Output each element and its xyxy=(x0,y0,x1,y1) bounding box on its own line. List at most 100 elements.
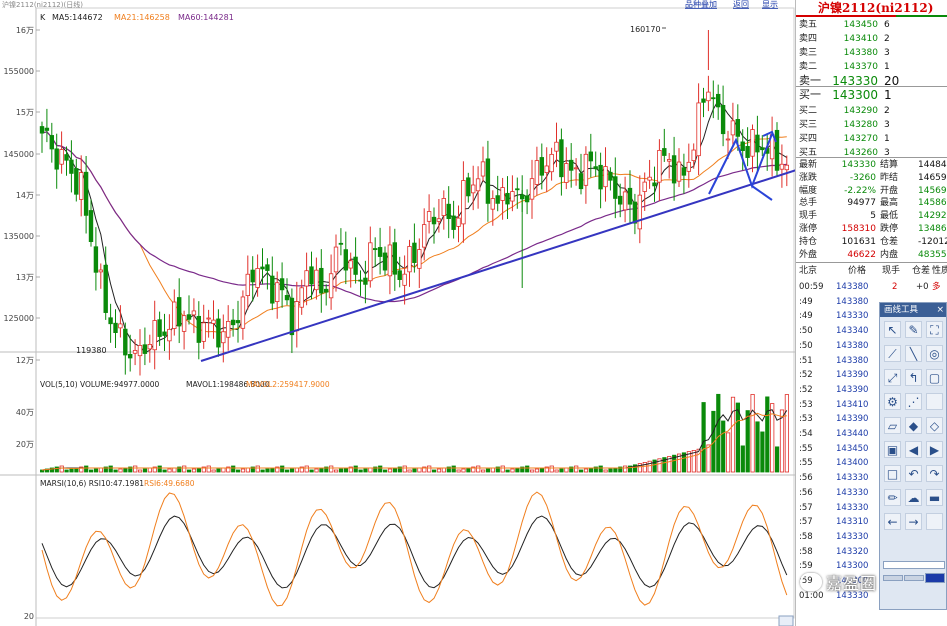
bar-tool-icon[interactable]: ▬ xyxy=(926,489,943,506)
circle-tool-icon[interactable]: ◎ xyxy=(926,345,943,362)
tick-time: :49 xyxy=(799,311,813,322)
line-style-mid[interactable] xyxy=(904,575,924,581)
rect-tool-icon[interactable]: ▢ xyxy=(926,369,943,386)
tick-time: :54 xyxy=(799,429,813,439)
bid-price: 143290 xyxy=(843,106,878,116)
arrow-forward-icon[interactable]: → xyxy=(905,513,922,530)
candle-body xyxy=(613,176,618,199)
line-tool-icon[interactable]: ⟋ xyxy=(884,345,901,362)
candle-body xyxy=(784,164,789,171)
candle-body xyxy=(206,317,211,320)
candle-body xyxy=(196,315,201,343)
fill-tool-icon[interactable]: ◆ xyxy=(905,417,922,434)
volume-bar xyxy=(353,465,358,473)
volume-bar xyxy=(417,467,422,473)
overlay-link[interactable]: 品种叠加 xyxy=(685,0,717,9)
blank-tool-icon-2[interactable] xyxy=(926,513,943,530)
candle-body xyxy=(118,323,123,329)
arrow-back-icon[interactable]: ← xyxy=(884,513,901,530)
ma-legend: MA5:144672 MA21:146258 MA60:144281 xyxy=(52,13,234,22)
undo-icon[interactable]: ↶ xyxy=(905,465,922,482)
tick-price: 143330 xyxy=(836,531,869,542)
pointer-tool-icon[interactable]: ↖ xyxy=(884,321,901,338)
display-link[interactable]: 显示 xyxy=(762,0,778,9)
ask-price: 143370 xyxy=(843,62,878,72)
candle-body xyxy=(328,273,334,299)
volume-bar xyxy=(245,467,250,473)
ask-volume: 2 xyxy=(884,34,890,44)
segment-tool-icon[interactable]: ╲ xyxy=(905,345,922,362)
arrow-left-icon[interactable]: ◀ xyxy=(905,441,922,458)
candle-body xyxy=(358,279,363,282)
stat-label: 现手 xyxy=(799,211,818,222)
candle-body xyxy=(54,148,59,170)
drawing-toolbox[interactable]: 画线工具 × ↖ ✎ ⛶ ⟋ ╲ ◎ ⤢ ↰ ▢ ⚙ ⋰ ▱ ◆ ◇ ▣ ◀ ▶ □ ↶ ↷ ✏ ☁ ▬ ← → xyxy=(879,302,947,610)
tick-header-cell: 仓差 xyxy=(912,266,931,276)
candle-body xyxy=(39,126,45,134)
volume-y-ticks: 40万 20万 xyxy=(16,408,34,449)
stat-label-2: 内盘 xyxy=(880,249,899,260)
candle-body xyxy=(446,203,451,220)
gear-icon[interactable]: ⚙ xyxy=(884,393,901,410)
color-bar-1[interactable] xyxy=(883,561,945,569)
return-link[interactable]: 返回 xyxy=(733,0,749,9)
stat-label-2: 最高 xyxy=(880,198,899,209)
volume-bar xyxy=(186,469,192,473)
scroll-handle[interactable] xyxy=(778,615,794,626)
tick-price: 143380 xyxy=(836,282,869,292)
candle-body xyxy=(274,282,280,302)
stat-value-2: 145690 xyxy=(918,185,947,196)
line-style-bold[interactable] xyxy=(925,573,945,583)
candle-body xyxy=(93,246,99,273)
ray-tool-icon[interactable]: ↰ xyxy=(905,369,922,386)
chart-area[interactable]: 沪镍2112(ni2112)(日线) 品种叠加 返回 显示 K MA5:1446… xyxy=(0,0,795,626)
volume-bar xyxy=(775,446,780,473)
candle-body xyxy=(309,266,314,285)
volume-bar xyxy=(745,410,750,473)
parallel-tool-icon[interactable]: ▱ xyxy=(884,417,901,434)
candle-body xyxy=(608,171,613,181)
volume-bar xyxy=(221,467,226,473)
edit-tool-icon[interactable]: ✏ xyxy=(884,489,901,506)
candle-body xyxy=(402,273,407,286)
close-icon[interactable]: × xyxy=(936,303,944,317)
grid-tool-icon[interactable]: ▣ xyxy=(884,441,901,458)
volume-bar xyxy=(603,469,608,473)
candle-body xyxy=(461,180,466,225)
candle-body xyxy=(59,149,64,165)
tick-price: 143390 xyxy=(836,384,869,395)
candle-body xyxy=(554,141,559,152)
pen-tool-icon[interactable]: ✎ xyxy=(905,321,922,338)
volume-bar xyxy=(118,468,123,473)
price-y-tick: 14万 xyxy=(16,191,34,200)
fib-tool-icon[interactable]: ⋰ xyxy=(905,393,922,410)
redo-icon[interactable]: ↷ xyxy=(926,465,943,482)
candle-body xyxy=(441,198,446,216)
channel-tool-icon[interactable]: ⤢ xyxy=(884,369,901,386)
blank-tool-icon[interactable] xyxy=(926,393,943,410)
candle-body xyxy=(426,211,432,222)
square-tool-icon[interactable]: □ xyxy=(884,465,901,482)
candle-body xyxy=(431,216,437,225)
stat-value: 101631 xyxy=(841,236,876,247)
cloud-tool-icon[interactable]: ☁ xyxy=(905,489,922,506)
bid-label: 买一 xyxy=(799,88,821,101)
candle-body xyxy=(598,164,603,190)
tick-price: 143330 xyxy=(836,311,869,322)
zoom-tool-icon[interactable]: ⛶ xyxy=(926,321,943,338)
line-style-thin[interactable] xyxy=(883,575,903,581)
drawing-toolbox-title[interactable]: 画线工具 × xyxy=(880,303,946,317)
volume-bar xyxy=(701,402,706,473)
shape-tool-icon[interactable]: ◇ xyxy=(926,417,943,434)
kline-mark: K xyxy=(40,13,46,22)
arrow-right-icon[interactable]: ▶ xyxy=(926,441,943,458)
candle-body xyxy=(211,319,216,324)
wechat-icon xyxy=(800,573,822,591)
volume-bar xyxy=(485,468,491,473)
stat-value-2: 144842 xyxy=(918,160,947,170)
tick-time: :52 xyxy=(799,384,813,395)
candle-body xyxy=(147,344,152,350)
candle-body xyxy=(323,288,329,293)
volume-bar xyxy=(343,467,349,473)
stat-label-2: 最低 xyxy=(880,211,899,222)
